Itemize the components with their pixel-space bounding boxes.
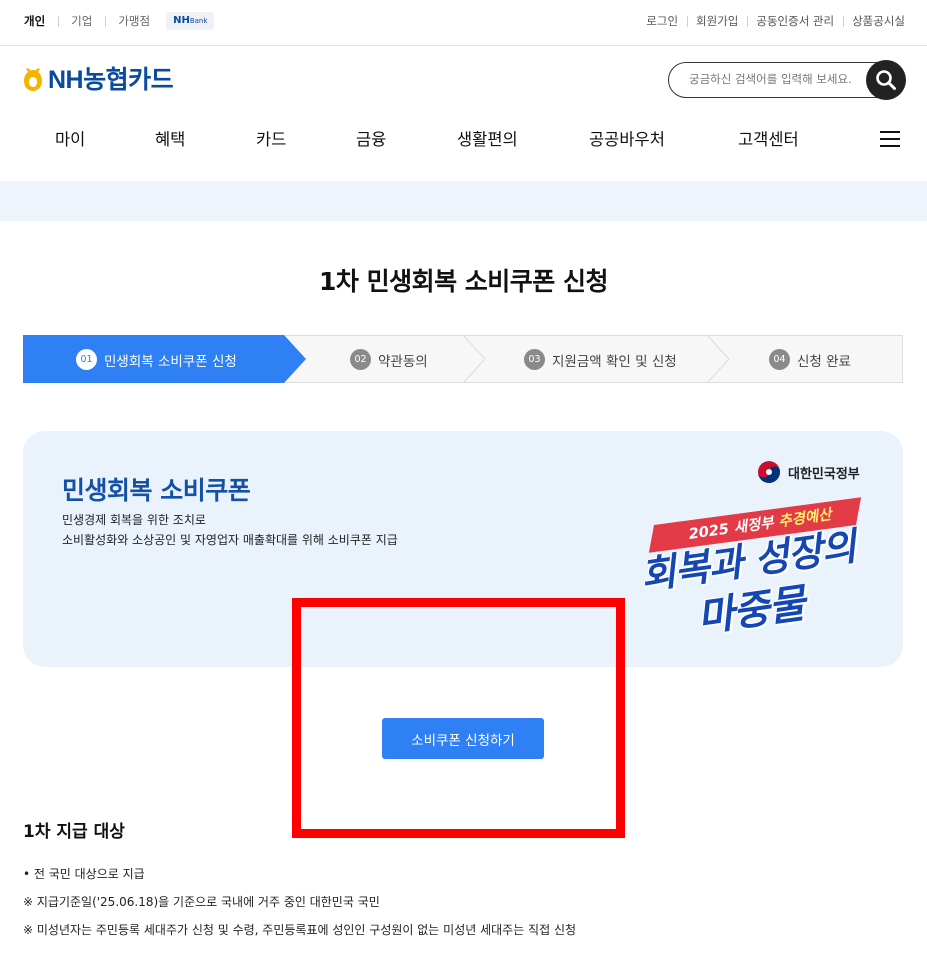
certificate-link[interactable]: 공동인증서 관리 [747,12,843,30]
nav-benefits[interactable]: 혜택 [155,126,185,154]
step-2-number: 02 [350,349,371,370]
apply-coupon-button[interactable]: 소비쿠폰 신청하기 [382,718,544,759]
target-section-title: 1차 지급 대상 [23,822,125,842]
signup-link[interactable]: 회원가입 [687,12,747,30]
logo-text: NH농협카드 [48,66,174,94]
banner-title: 민생회복 소비쿠폰 [62,476,251,505]
segment-personal[interactable]: 개인 [24,12,58,30]
login-link[interactable]: 로그인 [637,12,687,30]
government-badge: 대한민국정부 [757,460,860,484]
slogan-graphic: 2025 새정부 추경예산 회복과 성장의 마중물 [603,497,883,651]
menu-icon[interactable] [880,131,900,148]
step-3: 03 지원금액 확인 및 신청 [524,349,677,370]
nh-bank-sub: Bank [189,17,208,25]
nav-customer-center[interactable]: 고객센터 [738,126,799,154]
government-label: 대한민국정부 [788,466,860,482]
step-2-label: 약관동의 [378,353,428,370]
nh-card-logo[interactable]: NH농협카드 [22,66,174,94]
step-indicator: 01 민생회복 소비쿠폰 신청 02 약관동의 03 지원금액 확인 및 신청 … [23,335,903,383]
product-disclosure-link[interactable]: 상품공시실 [843,12,905,30]
step-1-number: 01 [76,349,97,370]
step-1: 01 민생회복 소비쿠폰 신청 [76,349,237,370]
top-utility-bar: 개인 기업 가맹점 NHBank 로그인 회원가입 공동인증서 관리 상품공시실 [0,0,927,46]
step-2: 02 약관동의 [350,349,428,370]
nav-public-voucher[interactable]: 공공바우처 [589,126,665,154]
note-3: ※ 미성년자는 주민등록 세대주가 신청 및 수령, 주민등록표에 성인인 구성… [23,923,577,937]
step-4-number: 04 [769,349,790,370]
step-3-number: 03 [524,349,545,370]
taegeuk-icon [758,461,780,483]
banner-desc-line-1: 민생경제 회복을 위한 조치로 [62,513,206,527]
segment-merchant[interactable]: 가맹점 [105,12,163,30]
note-1: • 전 국민 대상으로 지급 [23,867,145,881]
coupon-banner: 민생회복 소비쿠폰 민생경제 회복을 위한 조치로 소비활성화와 소상공인 및 … [23,431,903,667]
search-box [668,60,906,100]
nh-logo-icon [24,68,42,91]
main-nav: 마이 혜택 카드 금융 생활편의 공공바우처 고객센터 [0,126,927,156]
search-input[interactable] [689,72,864,86]
sub-header-strip [0,181,927,221]
step-3-label: 지원금액 확인 및 신청 [552,353,677,370]
banner-desc-line-2: 소비활성화와 소상공인 및 자영업자 매출확대를 위해 소비쿠폰 지급 [62,533,398,547]
note-2: ※ 지급기준일('25.06.18)을 기준으로 국내에 거주 중인 대한민국 … [23,895,380,909]
nh-bank-main: NH [173,15,190,26]
segment-corporate[interactable]: 기업 [58,12,105,30]
search-button[interactable] [866,60,906,100]
nav-life[interactable]: 생활편의 [457,126,518,154]
search-icon [876,70,896,90]
nav-card[interactable]: 카드 [256,126,286,154]
page-title: 1차 민생회복 소비쿠폰 신청 [318,267,609,296]
utility-links: 로그인 회원가입 공동인증서 관리 상품공시실 [637,12,905,30]
step-4: 04 신청 완료 [769,349,851,370]
nav-my[interactable]: 마이 [55,126,85,154]
nav-finance[interactable]: 금융 [356,126,386,154]
banner-description: 민생경제 회복을 위한 조치로 소비활성화와 소상공인 및 자영업자 매출확대를… [62,510,398,550]
nh-bank-link[interactable]: NHBank [166,12,215,30]
step-4-label: 신청 완료 [797,353,851,370]
step-1-label: 민생회복 소비쿠폰 신청 [104,353,237,370]
customer-segment-nav: 개인 기업 가맹점 NHBank [24,12,215,30]
